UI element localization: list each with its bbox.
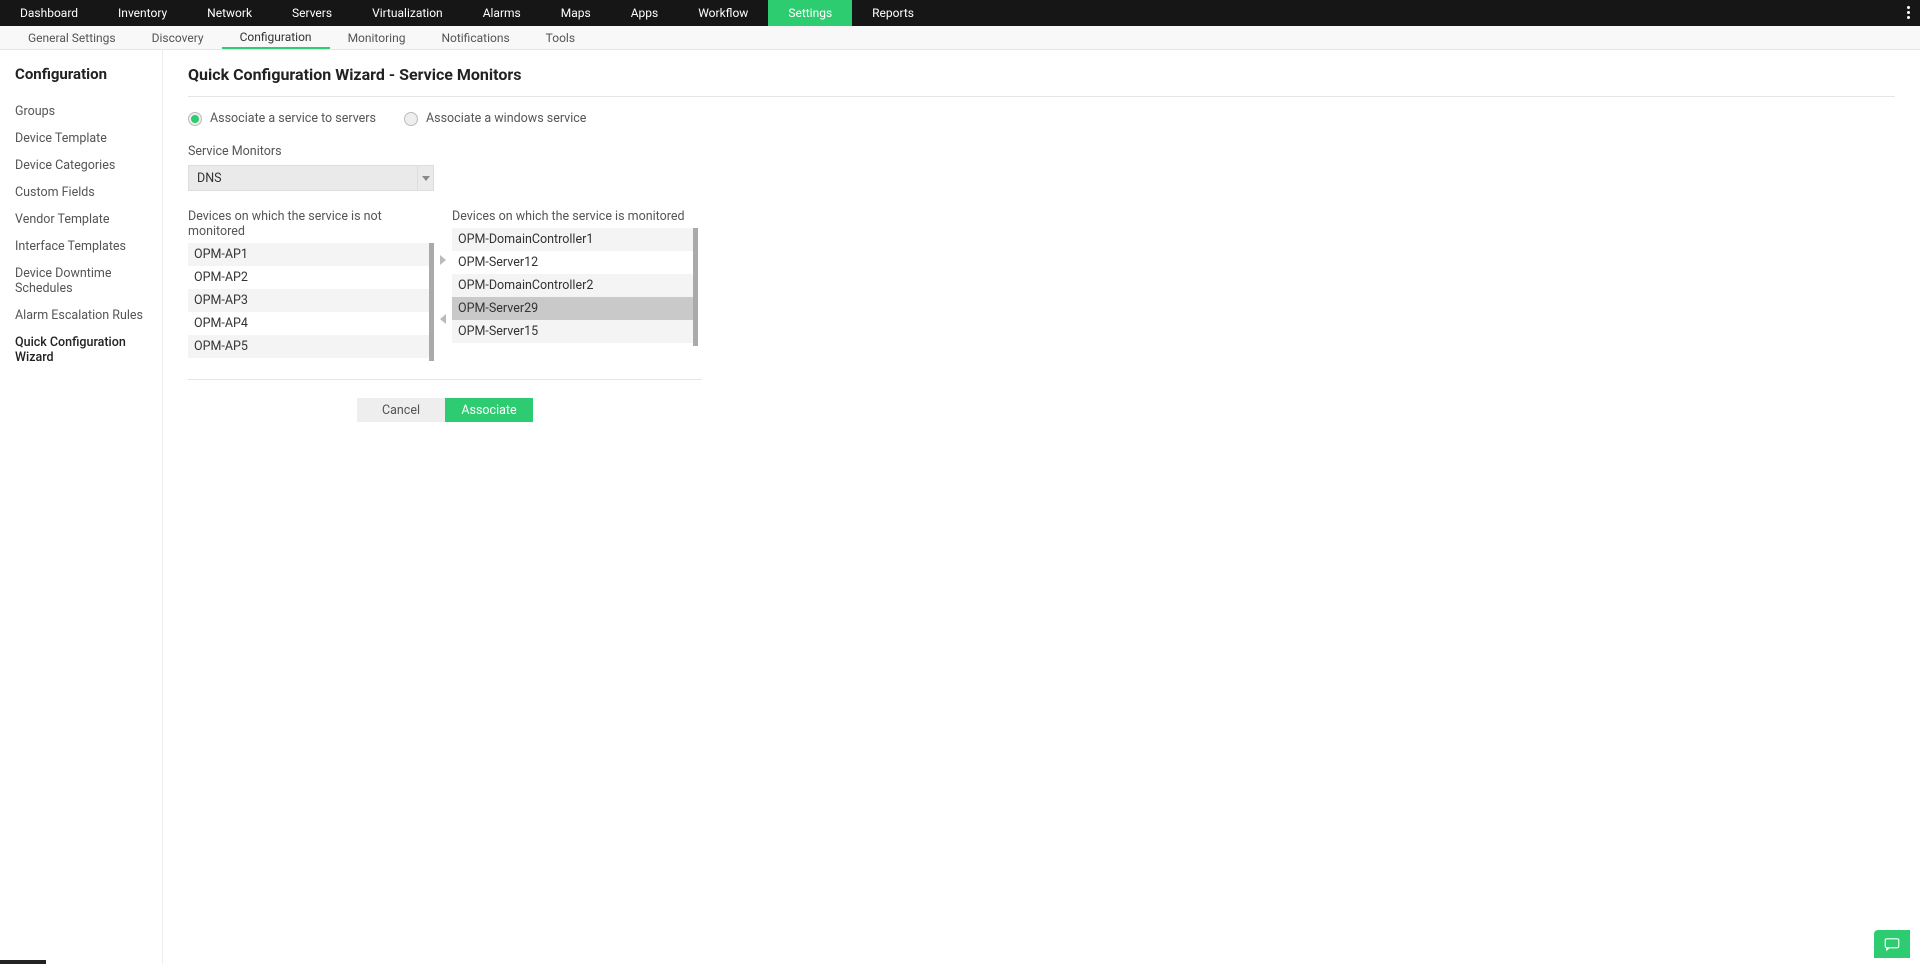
- status-bar-fragment: [0, 960, 46, 964]
- list-item[interactable]: OPM-AP3: [188, 289, 434, 312]
- list-item[interactable]: OPM-DomainController1: [452, 228, 698, 251]
- config-sidebar: Configuration GroupsDevice TemplateDevic…: [0, 50, 162, 964]
- sidebar-item-interface-templates[interactable]: Interface Templates: [15, 233, 147, 260]
- topnav-item-network[interactable]: Network: [187, 0, 272, 26]
- subnav-item-configuration[interactable]: Configuration: [222, 26, 330, 49]
- sidebar-item-alarm-escalation-rules[interactable]: Alarm Escalation Rules: [15, 302, 147, 329]
- left-list-header: Devices on which the service is not moni…: [188, 209, 434, 239]
- right-list-header: Devices on which the service is monitore…: [452, 209, 698, 224]
- service-monitors-label: Service Monitors: [188, 144, 1895, 159]
- list-item[interactable]: OPM-Desktop1: [188, 358, 434, 361]
- radio-icon: [404, 112, 418, 126]
- topnav-item-inventory[interactable]: Inventory: [98, 0, 187, 26]
- topnav-item-servers[interactable]: Servers: [272, 0, 352, 26]
- move-right-button[interactable]: [437, 254, 449, 266]
- chevron-left-icon: [440, 314, 446, 324]
- subnav-item-general-settings[interactable]: General Settings: [10, 26, 134, 49]
- unmonitored-devices-list[interactable]: OPM-AP1OPM-AP2OPM-AP3OPM-AP4OPM-AP5OPM-D…: [188, 243, 434, 361]
- list-item[interactable]: OPM-AP1: [188, 243, 434, 266]
- chat-icon: [1883, 935, 1901, 953]
- scrollbar[interactable]: [693, 228, 698, 346]
- list-item[interactable]: OPM-Server15: [452, 320, 698, 343]
- sidebar-item-device-downtime-schedules[interactable]: Device Downtime Schedules: [15, 260, 147, 302]
- chat-fab-button[interactable]: [1874, 930, 1910, 958]
- radio-icon: [188, 112, 202, 126]
- subnav-item-notifications[interactable]: Notifications: [423, 26, 527, 49]
- kebab-menu-icon[interactable]: [1907, 0, 1910, 26]
- chevron-right-icon: [440, 255, 446, 265]
- list-item[interactable]: OPM-AP5: [188, 335, 434, 358]
- associate-button[interactable]: Associate: [445, 398, 533, 422]
- radio-associate-windows-service[interactable]: Associate a windows service: [404, 111, 586, 126]
- service-monitors-select[interactable]: DNS: [188, 165, 434, 191]
- sidebar-item-groups[interactable]: Groups: [15, 98, 147, 125]
- action-buttons: Cancel Associate: [188, 398, 702, 422]
- chevron-down-icon: [417, 166, 433, 190]
- sub-nav: General SettingsDiscoveryConfigurationMo…: [0, 26, 1920, 50]
- sidebar-item-device-categories[interactable]: Device Categories: [15, 152, 147, 179]
- list-item[interactable]: OPM-AP2: [188, 266, 434, 289]
- list-item[interactable]: OPM-AP4: [188, 312, 434, 335]
- cancel-button[interactable]: Cancel: [357, 398, 445, 422]
- list-item[interactable]: OPM-Server9: [452, 343, 698, 346]
- association-type-radio-group: Associate a service to servers Associate…: [188, 111, 1895, 126]
- transfer-arrows: [434, 230, 452, 348]
- move-left-button[interactable]: [437, 313, 449, 325]
- sidebar-item-custom-fields[interactable]: Custom Fields: [15, 179, 147, 206]
- subnav-item-discovery[interactable]: Discovery: [134, 26, 222, 49]
- topnav-item-workflow[interactable]: Workflow: [678, 0, 768, 26]
- subnav-item-tools[interactable]: Tools: [528, 26, 593, 49]
- sidebar-item-device-template[interactable]: Device Template: [15, 125, 147, 152]
- topnav-item-maps[interactable]: Maps: [541, 0, 611, 26]
- scrollbar[interactable]: [429, 243, 434, 361]
- main-content: Quick Configuration Wizard - Service Mon…: [162, 50, 1920, 964]
- radio-label: Associate a windows service: [426, 111, 586, 126]
- page-title: Quick Configuration Wizard - Service Mon…: [188, 65, 1895, 84]
- topnav-item-reports[interactable]: Reports: [852, 0, 934, 26]
- top-nav: DashboardInventoryNetworkServersVirtuali…: [0, 0, 1920, 26]
- topnav-item-apps[interactable]: Apps: [611, 0, 679, 26]
- subnav-item-monitoring[interactable]: Monitoring: [330, 26, 424, 49]
- topnav-item-settings[interactable]: Settings: [768, 0, 852, 26]
- topnav-item-dashboard[interactable]: Dashboard: [0, 0, 98, 26]
- topnav-item-virtualization[interactable]: Virtualization: [352, 0, 463, 26]
- device-transfer-lists: Devices on which the service is not moni…: [188, 209, 1895, 361]
- topnav-item-alarms[interactable]: Alarms: [463, 0, 541, 26]
- divider: [188, 379, 702, 380]
- sidebar-item-vendor-template[interactable]: Vendor Template: [15, 206, 147, 233]
- monitored-devices-list[interactable]: OPM-DomainController1OPM-Server12OPM-Dom…: [452, 228, 698, 346]
- list-item[interactable]: OPM-Server12: [452, 251, 698, 274]
- radio-label: Associate a service to servers: [210, 111, 376, 126]
- sidebar-title: Configuration: [15, 65, 147, 83]
- select-value: DNS: [197, 171, 222, 186]
- divider: [188, 96, 1895, 97]
- list-item[interactable]: OPM-DomainController2: [452, 274, 698, 297]
- sidebar-item-quick-configuration-wizard[interactable]: Quick Configuration Wizard: [15, 329, 147, 371]
- radio-associate-service-to-servers[interactable]: Associate a service to servers: [188, 111, 376, 126]
- list-item[interactable]: OPM-Server29: [452, 297, 698, 320]
